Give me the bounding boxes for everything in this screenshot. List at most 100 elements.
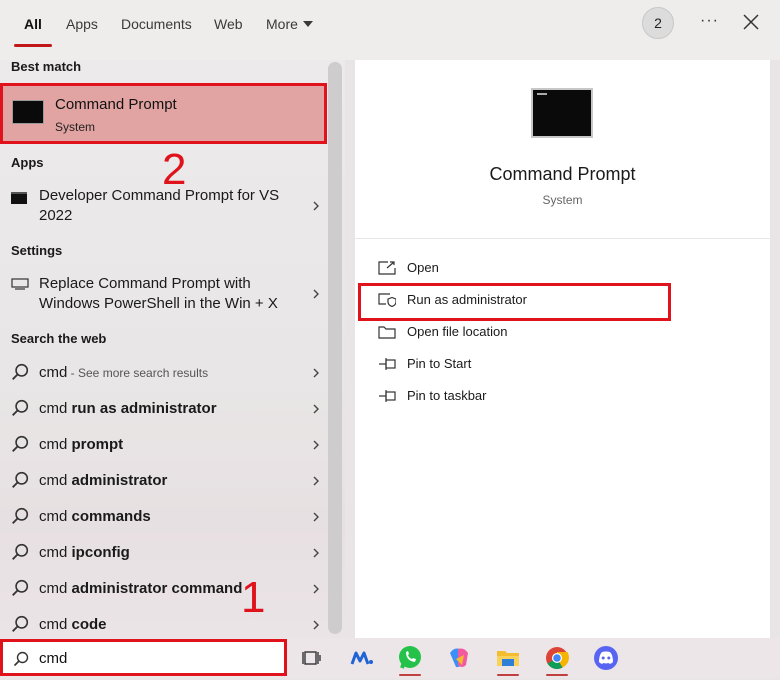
web-result-query: cmd xyxy=(39,616,72,633)
search-icon xyxy=(12,399,29,416)
web-result-suggestion: code xyxy=(71,616,107,633)
results-scrollbar[interactable] xyxy=(328,62,342,634)
taskbar-app-copilot-colorful[interactable] xyxy=(442,641,476,675)
settings-result-label: Replace Command Prompt with Windows Power… xyxy=(39,275,278,312)
chevron-right-icon xyxy=(313,289,319,299)
web-result-label: cmd administrator xyxy=(39,471,167,491)
search-icon xyxy=(12,507,29,524)
search-icon xyxy=(12,435,29,452)
taskbar-app-file-explorer[interactable] xyxy=(491,641,525,676)
section-apps: Apps xyxy=(11,155,44,170)
action-open[interactable]: Open xyxy=(378,257,668,281)
chevron-right-icon xyxy=(313,440,319,450)
taskbar-app-chrome[interactable] xyxy=(540,641,574,676)
active-tab-indicator xyxy=(14,44,52,47)
close-icon[interactable] xyxy=(742,13,760,31)
web-result-suggestion: commands xyxy=(71,508,151,525)
search-icon xyxy=(12,471,29,488)
folder-icon xyxy=(378,326,396,339)
chevron-right-icon xyxy=(313,201,319,211)
command-prompt-icon xyxy=(12,100,44,124)
chevron-right-icon xyxy=(313,548,319,558)
rewards-badge[interactable]: 2 xyxy=(642,7,674,39)
taskbar-app-copilot[interactable] xyxy=(345,641,379,675)
best-match-result[interactable]: Command Prompt System xyxy=(0,83,327,144)
task-view-icon xyxy=(302,651,321,665)
web-result-item[interactable]: cmd code xyxy=(0,608,327,642)
taskbar-app-whatsapp[interactable] xyxy=(393,641,427,676)
web-result-suggestion: ipconfig xyxy=(71,544,130,561)
action-open-file-location[interactable]: Open file location xyxy=(378,321,668,345)
tab-documents[interactable]: Documents xyxy=(121,16,192,32)
search-icon xyxy=(12,579,29,596)
web-result-query: cmd xyxy=(39,400,72,417)
action-pin-to-start[interactable]: Pin to Start xyxy=(378,353,668,377)
action-label: Pin to taskbar xyxy=(407,388,487,403)
best-match-subtitle: System xyxy=(55,120,96,134)
chevron-right-icon xyxy=(313,404,319,414)
command-prompt-large-icon xyxy=(531,88,593,138)
section-search-the-web: Search the web xyxy=(11,331,107,346)
tab-web[interactable]: Web xyxy=(214,16,243,32)
section-settings: Settings xyxy=(11,243,63,258)
web-result-query: cmd xyxy=(39,508,72,525)
detail-title: Command Prompt xyxy=(489,164,636,184)
best-match-title: Command Prompt xyxy=(55,96,177,113)
pin-icon xyxy=(379,390,396,402)
web-result-item[interactable]: cmd prompt xyxy=(0,428,327,462)
web-result-label: cmd run as administrator xyxy=(39,399,217,419)
chevron-right-icon xyxy=(313,476,319,486)
tab-all[interactable]: All xyxy=(24,16,42,32)
web-result-label: cmd ipconfig xyxy=(39,543,130,563)
search-input[interactable] xyxy=(39,647,269,669)
settings-result-replace-command-prompt[interactable]: Replace Command Prompt with Windows Power… xyxy=(0,274,327,318)
annotation-1: 1 xyxy=(241,573,266,622)
web-result-label: cmd administrator command xyxy=(39,579,242,599)
search-icon xyxy=(12,615,29,632)
web-result-query: cmd xyxy=(39,436,72,453)
web-result-suggestion: prompt xyxy=(71,436,124,453)
web-result-label: cmd commands xyxy=(39,507,151,527)
chrome-icon xyxy=(546,647,569,669)
web-result-query: cmd xyxy=(39,580,72,597)
web-result-item[interactable]: cmd run as administrator xyxy=(0,392,327,426)
action-pin-to-taskbar[interactable]: Pin to taskbar xyxy=(378,385,668,409)
web-result-suggestion: administrator xyxy=(71,472,168,489)
terminal-icon xyxy=(11,192,27,204)
chevron-right-icon xyxy=(313,512,319,522)
web-result-item[interactable]: cmd commands xyxy=(0,500,327,534)
web-result-query: cmd xyxy=(39,472,72,489)
web-result-label: cmd code xyxy=(39,615,107,635)
web-result-item[interactable]: cmd administrator xyxy=(0,464,327,498)
folder-icon xyxy=(497,651,519,666)
web-result-item[interactable]: cmd ipconfig xyxy=(0,536,327,570)
chevron-right-icon xyxy=(313,368,319,378)
action-label: Open file location xyxy=(407,324,508,339)
search-icon xyxy=(13,651,29,667)
action-label: Pin to Start xyxy=(407,356,472,371)
more-options-icon[interactable]: ··· xyxy=(700,12,719,30)
web-result-label: cmd prompt xyxy=(39,435,123,455)
web-result-item[interactable]: cmd - See more search results xyxy=(0,356,327,390)
tab-more-label: More xyxy=(266,16,298,32)
caret-down-icon xyxy=(302,21,313,27)
taskbar-search-box[interactable] xyxy=(0,639,287,676)
search-icon xyxy=(12,543,29,560)
web-result-item[interactable]: cmd administrator command xyxy=(0,572,327,606)
detail-subtitle: System xyxy=(542,193,583,207)
web-result-suggestion: administrator command xyxy=(71,580,243,597)
copilot-icon xyxy=(450,648,468,668)
detail-pane xyxy=(355,60,770,638)
settings-monitor-icon xyxy=(11,278,29,290)
app-result-label: Developer Command Prompt for VS 2022 xyxy=(39,187,280,224)
run-as-administrator-highlight xyxy=(358,283,671,321)
running-indicator xyxy=(399,674,421,676)
whatsapp-icon xyxy=(399,646,421,669)
tab-apps[interactable]: Apps xyxy=(66,16,98,32)
open-icon xyxy=(378,261,396,275)
tab-more[interactable]: More xyxy=(266,16,313,32)
task-view-button[interactable] xyxy=(295,641,329,675)
pin-icon xyxy=(379,358,396,370)
web-result-label: cmd - See more search results xyxy=(39,363,208,383)
taskbar-app-discord[interactable] xyxy=(589,641,623,675)
